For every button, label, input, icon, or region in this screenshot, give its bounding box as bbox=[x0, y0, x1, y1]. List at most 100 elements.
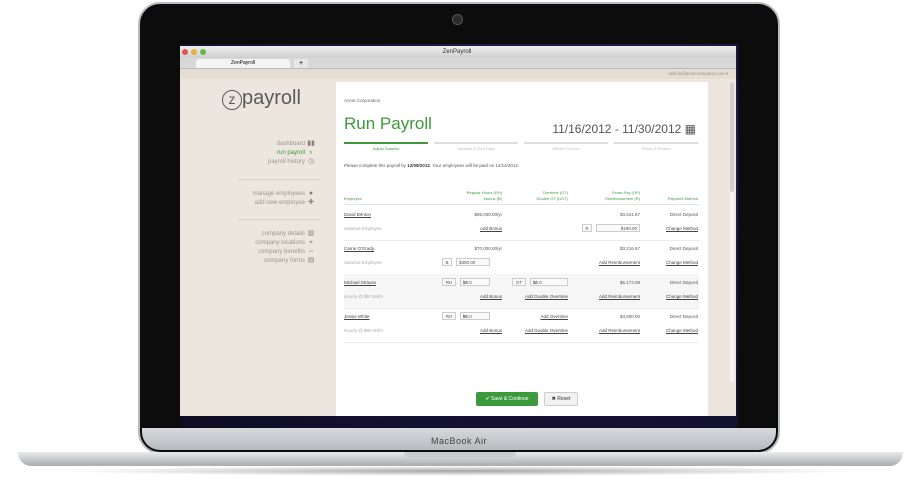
table-header: Employee Regular Hours (RH) Bonus (B) Ov… bbox=[344, 190, 699, 205]
step-bar-3 bbox=[524, 142, 608, 144]
change-method-link[interactable]: Change Method bbox=[644, 294, 698, 299]
col-gross-pay: Gross Pay (GP) bbox=[611, 190, 640, 195]
regular-salary: $70,000.00/yr bbox=[474, 246, 502, 251]
add-reimbursement-link[interactable]: Add Reimbursement bbox=[582, 260, 640, 265]
sidebar-item-company-details[interactable]: company details ▥ bbox=[255, 229, 315, 238]
col-employee: Employee bbox=[344, 196, 362, 201]
nav-people: manage employees ● add new employee ✚ bbox=[253, 189, 315, 207]
zoom-window-button[interactable] bbox=[200, 49, 206, 55]
table-row: Jessie White Hourly @ $80.00/hr RH 60.0 … bbox=[344, 308, 699, 343]
sidebar-item-add-new-employee[interactable]: add new employee ✚ bbox=[253, 198, 315, 207]
reimbursement-input[interactable]: $190.00 bbox=[596, 224, 640, 232]
col-regular-hours: Regular Hours (RH) bbox=[466, 190, 502, 195]
scrollbar[interactable] bbox=[730, 82, 734, 382]
col-payment-method: Payment Method bbox=[667, 196, 698, 201]
laptop-shadow bbox=[60, 466, 860, 476]
employee-type: Salaried Employee bbox=[344, 260, 382, 265]
building-icon: ▥ bbox=[307, 230, 315, 237]
add-reimbursement-link[interactable]: Add Reimbursement bbox=[582, 328, 640, 333]
close-window-button[interactable] bbox=[182, 49, 188, 55]
sidebar-item-dashboard[interactable]: dashboard ▮▮ bbox=[268, 139, 315, 148]
payment-method: Direct Deposit bbox=[669, 280, 698, 285]
add-bonus-link[interactable]: Add Bonus bbox=[442, 328, 502, 333]
map-pin-icon: ⌖ bbox=[309, 239, 313, 246]
step-adjust-salaries[interactable]: Adjust Salaries bbox=[344, 146, 428, 151]
date-range: 11/16/2012 - 11/30/2012 ▦ bbox=[552, 122, 696, 136]
sidebar-item-manage-employees[interactable]: manage employees ● bbox=[253, 189, 315, 198]
progress-steps: Adjust Salaries Vacation & Sick Days Wri… bbox=[344, 142, 699, 154]
title-bar: ZenPayroll bbox=[180, 46, 736, 58]
col-reimbursement: Reimbursement (R) bbox=[605, 196, 640, 201]
divider bbox=[238, 219, 320, 220]
user-menu[interactable]: admin@acmecompany.com ▾ bbox=[180, 69, 736, 79]
sidebar-item-run-payroll[interactable]: run payroll ♁ bbox=[268, 148, 315, 157]
employee-name-link[interactable]: Carrie O'Grady bbox=[344, 246, 374, 251]
person-icon: ● bbox=[308, 190, 314, 197]
change-method-link[interactable]: Change Method bbox=[644, 328, 698, 333]
change-method-link[interactable]: Change Method bbox=[644, 226, 698, 231]
calendar-icon[interactable]: ▦ bbox=[685, 122, 696, 136]
gross-pay: $3,216.67 bbox=[619, 246, 640, 251]
zenpayroll-logo: z payroll bbox=[222, 87, 301, 110]
sidebar: z payroll dashboard ▮▮ run payroll ♁ payrol… bbox=[180, 79, 323, 416]
check-icon: ✔ bbox=[485, 396, 490, 402]
employee-type: Hourly @ $57.69/hr bbox=[344, 294, 384, 299]
gross-pay: $3,541.67 bbox=[619, 212, 640, 217]
add-double-overtime-link[interactable]: Add Double Overtime bbox=[504, 294, 568, 299]
camera bbox=[452, 14, 463, 25]
divider bbox=[238, 179, 320, 180]
add-bonus-link[interactable]: Add Bonus bbox=[442, 226, 502, 231]
laptop-notch bbox=[404, 452, 516, 458]
add-double-overtime-link[interactable]: Add Double Overtime bbox=[504, 328, 568, 333]
app-window: ZenPayroll ZenPayroll + admin@acmecompan… bbox=[180, 46, 736, 416]
save-continue-button[interactable]: ✔ Save & Continue bbox=[476, 392, 538, 406]
company-name: Acme Corporation bbox=[344, 98, 381, 103]
close-icon: ✖ bbox=[551, 396, 556, 402]
employee-type: Salaried Employee bbox=[344, 226, 382, 231]
money-bag-icon: ♁ bbox=[308, 149, 314, 156]
add-bonus-link[interactable]: Add Bonus bbox=[442, 294, 502, 299]
gross-pay: $5,173.08 bbox=[619, 280, 640, 285]
main-content: Acme Corporation Run Payroll 11/16/2012 … bbox=[336, 82, 708, 416]
reset-button[interactable]: ✖ Reset bbox=[544, 392, 578, 406]
laptop-screen: ZenPayroll ZenPayroll + admin@acmecompan… bbox=[180, 44, 738, 430]
clock-icon: ◷ bbox=[307, 158, 315, 165]
reimbursement-tag: R bbox=[582, 224, 592, 232]
step-bar-2 bbox=[434, 142, 518, 144]
regular-hours-input[interactable]: 60.0 hr bbox=[460, 312, 490, 320]
document-icon: ▤ bbox=[307, 257, 315, 264]
sidebar-item-payroll-history[interactable]: payroll history ◷ bbox=[268, 157, 315, 166]
page-title: Run Payroll bbox=[344, 114, 432, 133]
minimize-window-button[interactable] bbox=[191, 49, 197, 55]
step-written-checks[interactable]: Written Checks bbox=[524, 146, 608, 151]
sidebar-item-company-benefits[interactable]: company benefits ⇔ bbox=[255, 247, 315, 256]
scrollbar-thumb[interactable] bbox=[730, 82, 734, 192]
employee-name-link[interactable]: David Brinton bbox=[344, 212, 371, 217]
arrows-icon: ⇔ bbox=[307, 248, 315, 255]
sidebar-item-company-locations[interactable]: company locations ⌖ bbox=[255, 238, 315, 247]
add-overtime-link[interactable]: Add Overtime bbox=[512, 314, 568, 319]
overtime-input[interactable]: 10.0 hr bbox=[530, 278, 568, 286]
add-reimbursement-link[interactable]: Add Reimbursement bbox=[582, 294, 640, 299]
deadline-notice: Please complete this payroll by 12/09/20… bbox=[344, 163, 520, 168]
tab-strip: ZenPayroll + bbox=[180, 58, 736, 69]
step-vacation-sick[interactable]: Vacation & Sick Days bbox=[434, 146, 518, 151]
browser-tab[interactable]: ZenPayroll bbox=[196, 59, 290, 68]
regular-hours-tag: RH bbox=[442, 278, 456, 286]
employee-name-link[interactable]: Michael Strauss bbox=[344, 280, 376, 285]
bezel-bottom: MacBook Air bbox=[142, 428, 776, 450]
new-tab-button[interactable]: + bbox=[294, 59, 308, 68]
change-method-link[interactable]: Change Method bbox=[644, 260, 698, 265]
nav-primary: dashboard ▮▮ run payroll ♁ payroll history… bbox=[268, 139, 315, 166]
table-row: Carrie O'Grady Salaried Employee $70,000… bbox=[344, 240, 699, 275]
sidebar-item-company-forms[interactable]: company forms ▤ bbox=[255, 256, 315, 265]
step-bar-1 bbox=[344, 142, 428, 144]
regular-hours-input[interactable]: 40.0 hr bbox=[460, 278, 490, 286]
col-overtime: Overtime (OT) bbox=[542, 190, 568, 195]
employee-name-link[interactable]: Jessie White bbox=[344, 314, 370, 319]
bonus-input[interactable]: $300.00 bbox=[456, 258, 490, 266]
regular-hours-tag: RH bbox=[442, 312, 456, 320]
nav-company: company details ▥ company locations ⌖ comp… bbox=[255, 229, 315, 265]
step-finish-review[interactable]: Finish & Review bbox=[614, 146, 698, 151]
step-bar-4 bbox=[614, 142, 698, 144]
